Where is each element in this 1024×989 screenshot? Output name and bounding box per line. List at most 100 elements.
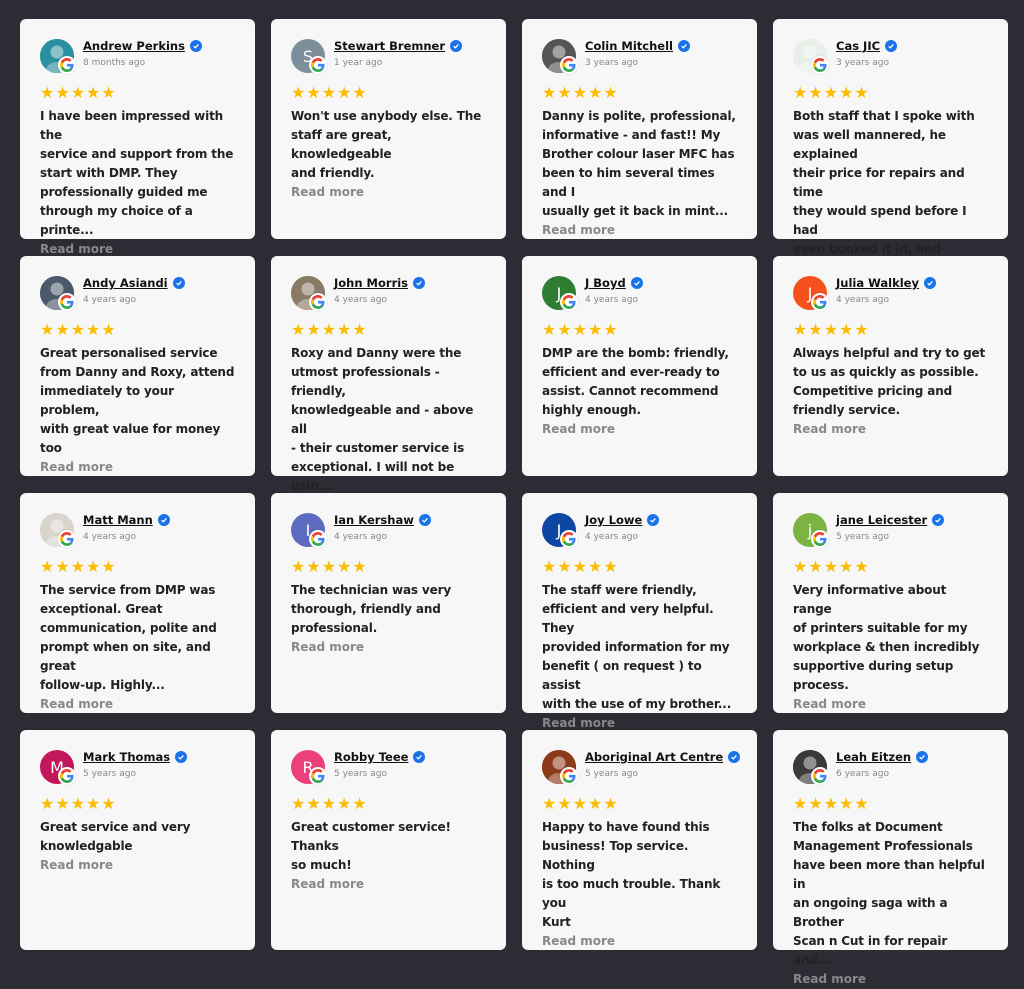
verified-check-icon: [728, 751, 741, 763]
star-icon: ★: [101, 320, 116, 339]
read-more-link[interactable]: Read more: [542, 420, 737, 439]
review-card: John Morris 4 years ago ★ ★ ★ ★ ★ Roxy and Dann…: [271, 256, 506, 512]
review-card: Andrew Perkins 8 months ago ★ ★ ★ ★ ★ I have be…: [20, 19, 255, 256]
review-text-line: Always helpful and try to get: [793, 346, 986, 360]
reviewer-name[interactable]: Robby Teee: [334, 750, 408, 764]
review-text-line: workplace & then incredibly: [793, 640, 980, 654]
review-header: j jane Leicester 5 years ago: [793, 513, 988, 551]
star-icon: ★: [55, 83, 70, 102]
read-more-link[interactable]: Read more: [40, 458, 235, 477]
review-text: The service from DMP was exceptional. Gre…: [40, 581, 235, 695]
google-icon: [811, 530, 829, 548]
star-rating: ★ ★ ★ ★ ★: [542, 796, 737, 812]
review-text: Always helpful and try to get to us as qu…: [793, 344, 988, 420]
reviewer-name[interactable]: Aboriginal Art Centre: [585, 750, 723, 764]
review-text-line: assist. Cannot recommend: [542, 384, 719, 398]
star-icon: ★: [793, 320, 808, 339]
read-more-link[interactable]: Read more: [793, 695, 988, 714]
review-text: The folks at Document Management Professi…: [793, 818, 988, 970]
review-header: Andrew Perkins 8 months ago: [40, 39, 235, 77]
read-more-link[interactable]: Read more: [793, 420, 988, 439]
review-card: Andy Asiandi 4 years ago ★ ★ ★ ★ ★ Great person…: [20, 256, 255, 476]
read-more-link[interactable]: Read more: [542, 221, 737, 240]
google-icon: [811, 767, 829, 785]
reviewer-name[interactable]: Colin Mitchell: [585, 39, 673, 53]
review-header: J Julia Walkley 4 years ago: [793, 276, 988, 314]
star-icon: ★: [823, 320, 839, 339]
review-header: J Joy Lowe 4 years ago: [542, 513, 737, 551]
star-rating: ★ ★ ★ ★ ★: [793, 322, 988, 338]
reviewer-name[interactable]: J Boyd: [585, 276, 626, 290]
reviewer-name[interactable]: Leah Eitzen: [836, 750, 911, 764]
star-icon: ★: [854, 794, 869, 813]
review-card: S Stewart Bremner 1 year ago ★ ★ ★ ★ ★ Won't use…: [271, 19, 506, 239]
star-icon: ★: [823, 83, 839, 102]
review-text-line: highly enough.: [542, 403, 641, 417]
read-more-link[interactable]: Read more: [291, 875, 486, 894]
review-text-line: to us as quickly as possible.: [793, 365, 979, 379]
review-header: Matt Mann 4 years ago: [40, 513, 235, 551]
reviewer-name[interactable]: Joy Lowe: [585, 513, 642, 527]
star-icon: ★: [352, 320, 367, 339]
review-text-line: exceptional. Great: [40, 602, 163, 616]
review-text-line: Very informative about range: [793, 583, 947, 616]
google-icon: [309, 530, 327, 548]
verified-check-icon: [932, 514, 945, 526]
read-more-link[interactable]: Read more: [542, 932, 737, 951]
star-icon: ★: [55, 794, 70, 813]
reviewer-name[interactable]: jane Leicester: [836, 513, 927, 527]
star-icon: ★: [55, 320, 70, 339]
google-icon: [309, 293, 327, 311]
reviewer-name[interactable]: John Morris: [334, 276, 408, 290]
reviewer-name[interactable]: Cas JIC: [836, 39, 880, 53]
review-header: JJ Boyd 4 years ago: [542, 276, 737, 314]
star-icon: ★: [542, 557, 557, 576]
review-text-line: Management Professionals: [793, 839, 973, 853]
read-more-link[interactable]: Read more: [291, 183, 486, 202]
reviewer-name[interactable]: Andy Asiandi: [83, 276, 168, 290]
read-more-link[interactable]: Read more: [40, 856, 235, 875]
star-rating: ★ ★ ★ ★ ★: [291, 559, 486, 575]
read-more-link[interactable]: Read more: [291, 638, 486, 657]
review-text-line: The technician was very: [291, 583, 452, 597]
read-more-link[interactable]: Read more: [40, 695, 235, 714]
star-icon: ★: [70, 557, 86, 576]
star-icon: ★: [839, 557, 854, 576]
verified-check-icon: [157, 514, 170, 526]
verified-check-icon: [189, 40, 202, 52]
verified-check-icon: [923, 277, 936, 289]
review-card: JJ Boyd 4 years ago ★ ★ ★ ★ ★ DMP are the bomb:…: [522, 256, 757, 476]
review-text-line: Great personalised service: [40, 346, 218, 360]
reviewer-name[interactable]: Mark Thomas: [83, 750, 170, 764]
review-text-line: exceptional. I will not be usin...: [291, 460, 455, 493]
star-icon: ★: [557, 794, 572, 813]
star-icon: ★: [854, 320, 869, 339]
verified-check-icon: [450, 40, 463, 52]
review-text-line: thorough, friendly and: [291, 602, 441, 616]
review-text: Roxy and Danny were the utmost profession…: [291, 344, 486, 496]
google-icon: [560, 530, 578, 548]
review-text: Happy to have found this business! Top se…: [542, 818, 737, 932]
reviewer-name[interactable]: Stewart Bremner: [334, 39, 445, 53]
review-card: J Joy Lowe 4 years ago ★ ★ ★ ★ ★ The staff were …: [522, 493, 757, 730]
reviewer-name[interactable]: Ian Kershaw: [334, 513, 414, 527]
read-more-link[interactable]: Read more: [793, 970, 988, 989]
review-card: J Julia Walkley 4 years ago ★ ★ ★ ★ ★ Always hel…: [773, 256, 1008, 476]
star-icon: ★: [854, 83, 869, 102]
reviewer-name[interactable]: Julia Walkley: [836, 276, 919, 290]
star-rating: ★ ★ ★ ★ ★: [542, 85, 737, 101]
review-text-line: knowledgeable and - above all: [291, 403, 474, 436]
review-text-line: professionally guided me: [40, 185, 208, 199]
google-icon: [58, 530, 76, 548]
review-text: Great service and very knowledgable: [40, 818, 235, 856]
star-icon: ★: [808, 83, 823, 102]
star-rating: ★ ★ ★ ★ ★: [793, 559, 988, 575]
review-time: 4 years ago: [836, 295, 889, 305]
star-icon: ★: [572, 83, 588, 102]
review-time: 4 years ago: [334, 295, 387, 305]
reviewer-name[interactable]: Andrew Perkins: [83, 39, 185, 53]
reviewer-name[interactable]: Matt Mann: [83, 513, 153, 527]
star-icon: ★: [793, 83, 808, 102]
review-card: I Ian Kershaw 4 years ago ★ ★ ★ ★ ★ The technici…: [271, 493, 506, 713]
star-icon: ★: [40, 320, 55, 339]
